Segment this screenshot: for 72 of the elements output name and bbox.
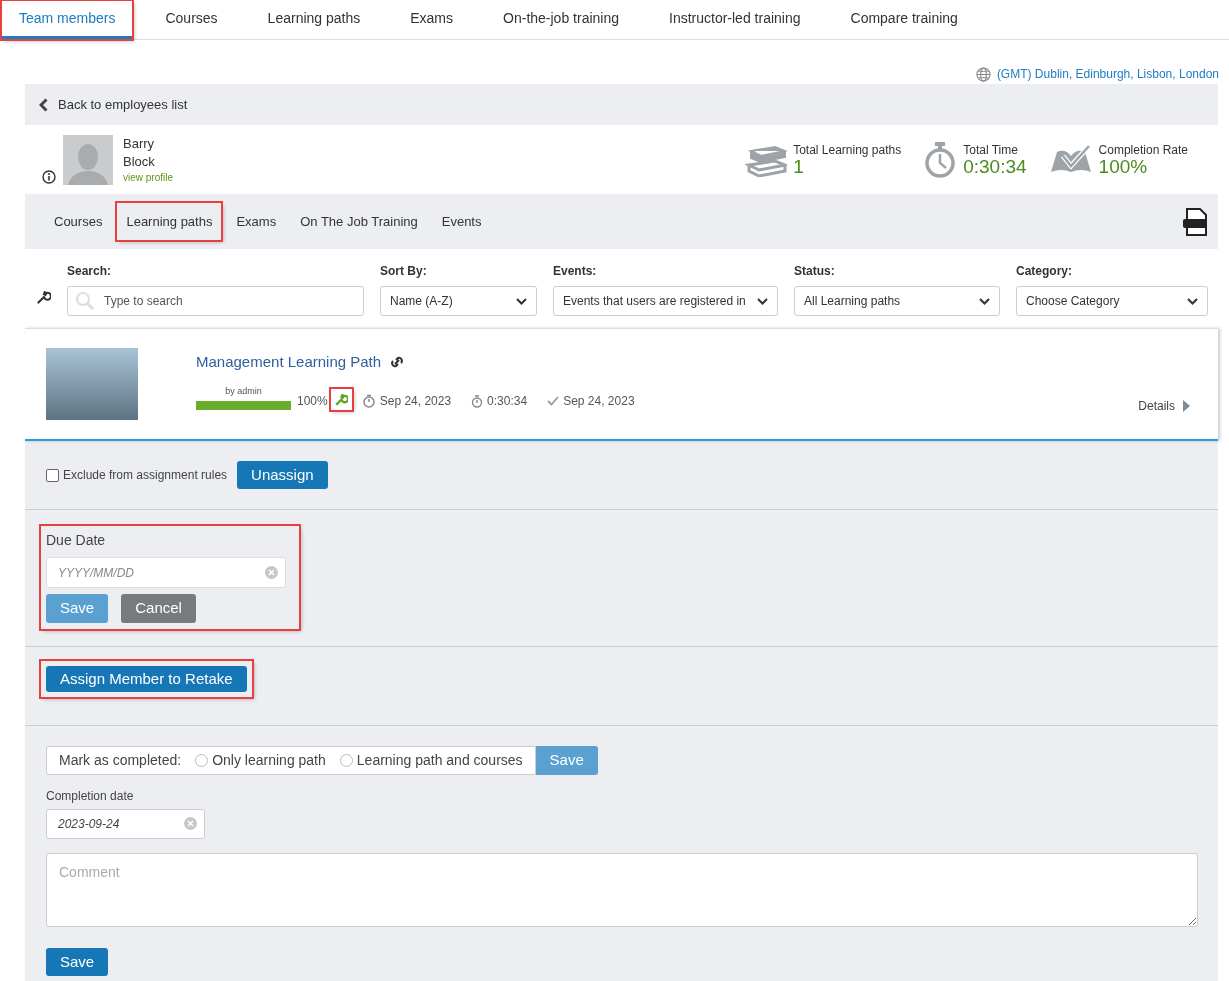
sub-tab[interactable]: Courses [45,202,112,241]
dropdown[interactable]: Events that users are registered in [553,286,778,316]
globe-icon [975,66,991,82]
mark-completed-label: Mark as completed: [59,751,182,770]
filter-label: Search: [67,263,113,280]
sub-tab[interactable]: Learning paths [117,202,222,241]
stat-value: 100% [1098,156,1148,177]
unassign-button[interactable]: Unassign [237,461,328,489]
nav-tab[interactable]: Instructor-led training [652,1,818,39]
stopwatch-icon [361,394,376,408]
stat-label: Total Time [963,142,1019,157]
nav-tab[interactable]: On-the-job training [486,1,636,39]
checkbox[interactable] [46,468,59,482]
stat-value: 0:30:34 [963,156,1027,177]
sub-tab[interactable]: Events [432,202,491,241]
time-spent: 0:30:34 [487,393,528,410]
dropdown[interactable]: Name (A-Z) [380,286,537,316]
nav-tab[interactable]: Team members [2,1,133,39]
field-label: Completion date [46,788,135,805]
learning-path-title[interactable]: Management Learning Path [196,351,382,374]
details-link[interactable]: Details [1138,397,1175,415]
chevron-down-icon [516,297,527,305]
filter-label: Status: [794,263,836,280]
stat-label: Total Learning paths [793,142,902,157]
stopwatch-icon [471,394,484,408]
progress-percent: 100% [297,393,328,410]
start-date: Sep 24, 2023 [379,393,452,410]
nav-tab[interactable]: Courses [148,1,235,39]
stopwatch-icon [923,141,958,178]
view-profile-link[interactable]: view profile [123,171,174,184]
search-field[interactable]: Type to search [67,286,364,316]
nav-tab[interactable]: Learning paths [250,1,378,39]
caret-right-icon[interactable] [1183,400,1190,412]
radio-label: Only learning path [212,751,326,770]
radio-label: Learning path and courses [356,751,523,770]
nav-tab[interactable]: Compare training [833,1,975,39]
chevron-down-icon [979,297,990,305]
last-name: Block [123,153,156,171]
filter-label: Sort By: [380,263,428,280]
completed-date: Sep 24, 2023 [563,393,635,410]
timezone-link[interactable]: (GMT) Dublin, Edinburgh, Lisbon, London [996,65,1219,83]
save-button[interactable]: Save [46,948,109,976]
stat-value: 1 [793,156,805,177]
excel-file-icon[interactable] [1182,207,1208,236]
date-field[interactable]: 2023-09-24 [46,809,205,839]
chevron-down-icon [1187,297,1198,305]
dropdown[interactable]: Choose Category [1016,286,1208,316]
filter-label: Events: [553,263,598,280]
sub-tab[interactable]: Exams [227,202,286,241]
search-icon [75,291,95,311]
filter-label: Category: [1016,263,1073,280]
comment-field[interactable]: Comment [46,853,1198,927]
first-name: Barry [123,135,156,153]
sub-tab[interactable]: On The Job Training [291,202,427,241]
radio-button[interactable] [339,754,353,767]
chevron-left-icon[interactable] [39,97,48,112]
radio-button[interactable] [195,754,209,767]
link-icon[interactable] [389,356,406,369]
back-link[interactable]: Back to employees list [58,94,188,115]
author-label: by admin [225,384,262,398]
field-label: Due Date [46,531,107,550]
dropdown[interactable]: All Learning paths [794,286,1000,316]
stat-label: Completion Rate [1098,142,1188,157]
checkbox-label: Exclude from assignment rules [63,467,228,484]
chevron-down-icon [757,297,768,305]
cancel-button[interactable]: Cancel [121,594,196,623]
info-icon[interactable] [42,170,56,184]
retake-button[interactable]: Assign Member to Retake [46,666,247,692]
checkmark-icon [547,396,560,406]
nav-tab[interactable]: Exams [393,1,471,39]
date-field[interactable]: YYYY/MM/DD [46,557,286,588]
avatar-silhouette [63,134,113,185]
